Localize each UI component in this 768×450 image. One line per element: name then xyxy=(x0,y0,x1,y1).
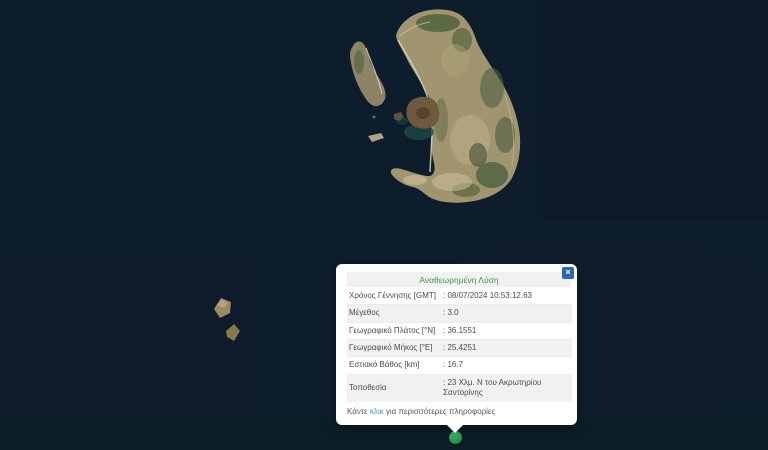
sea-patch xyxy=(0,0,340,160)
close-icon[interactable]: × xyxy=(562,266,574,279)
popup-title: Αναθεωρημένη Λύση xyxy=(347,271,571,287)
row-value: : 08/07/2024 10:53:12.63 xyxy=(443,290,532,300)
row-value: : 36.1551 xyxy=(443,325,477,335)
row-label: Τοποθεσία xyxy=(349,383,387,393)
popup-tail xyxy=(447,425,463,433)
row-value: : 16.7 xyxy=(443,360,464,370)
earthquake-info-table: Χρόνος Γέννησης [GMT] : 08/07/2024 10:53… xyxy=(347,288,572,402)
row-label: Εστιακό Βάθος [km] xyxy=(349,360,420,370)
footer-text-after: για περισσότερες πληροφορίες xyxy=(383,406,496,416)
table-row: Τοποθεσία : 23 Χλμ. N του Ακρωτηρίου Σαν… xyxy=(347,374,572,402)
table-row: Χρόνος Γέννησης [GMT] : 08/07/2024 10:53… xyxy=(347,288,572,305)
islet-rock xyxy=(372,115,376,119)
popup-footer: Κάντε κλικ για περισσότερες πληροφορίες xyxy=(347,407,572,417)
row-value: : 3.0 xyxy=(443,308,459,318)
more-info-link[interactable]: κλικ xyxy=(370,407,384,416)
row-label: Γεωγραφικό Μήκος [°E] xyxy=(349,343,433,353)
row-value: : 25.4251 xyxy=(443,343,477,353)
row-value: : 23 Χλμ. N του Ακρωτηρίου Σαντορίνης xyxy=(443,377,542,398)
table-row: Γεωγραφικό Μήκος [°E] : 25.4251 xyxy=(347,339,572,357)
row-label: Μέγεθος xyxy=(349,308,380,318)
table-row: Γεωγραφικό Πλάτος [°N] : 36.1551 xyxy=(347,322,572,339)
footer-text-before: Κάντε xyxy=(347,406,370,416)
sea-patch xyxy=(540,0,768,220)
table-row: Εστιακό Βάθος [km] : 16.7 xyxy=(347,356,572,374)
earthquake-popup: × Αναθεωρημένη Λύση Χρόνος Γέννησης [GMT… xyxy=(336,263,577,433)
row-label: Γεωγραφικό Πλάτος [°N] xyxy=(349,325,436,335)
table-row: Μέγεθος : 3.0 xyxy=(347,304,572,323)
map-viewport: × Αναθεωρημένη Λύση Χρόνος Γέννησης [GMT… xyxy=(0,0,768,450)
row-label: Χρόνος Γέννησης [GMT] xyxy=(349,290,436,300)
